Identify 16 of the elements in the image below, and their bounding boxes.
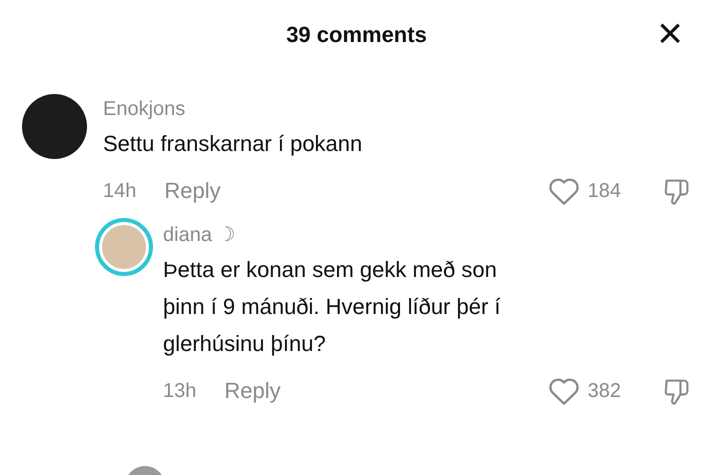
close-button[interactable]: × <box>657 16 683 52</box>
like-button[interactable] <box>548 176 580 206</box>
comments-count-title: 39 comments <box>286 22 427 48</box>
comment-text: Settu franskarnar í pokann <box>103 130 364 158</box>
like-button[interactable] <box>548 376 580 406</box>
reply-button[interactable]: Reply <box>224 378 281 404</box>
timestamp: 14h <box>103 180 136 202</box>
timestamp: 13h <box>163 380 196 402</box>
heart-icon <box>548 376 580 406</box>
username[interactable]: Enokjons <box>103 98 691 121</box>
like-count: 184 <box>588 180 621 202</box>
reply-button[interactable]: Reply <box>164 178 221 204</box>
heart-icon <box>548 176 580 206</box>
comment-text: Þetta er konan sem gekk með son þinn í 9 mánuði. Hvernig líður þér í glerhúsinu þínu? <box>163 256 502 358</box>
like-count: 382 <box>588 380 621 402</box>
username[interactable]: diana ☽ <box>163 222 691 247</box>
